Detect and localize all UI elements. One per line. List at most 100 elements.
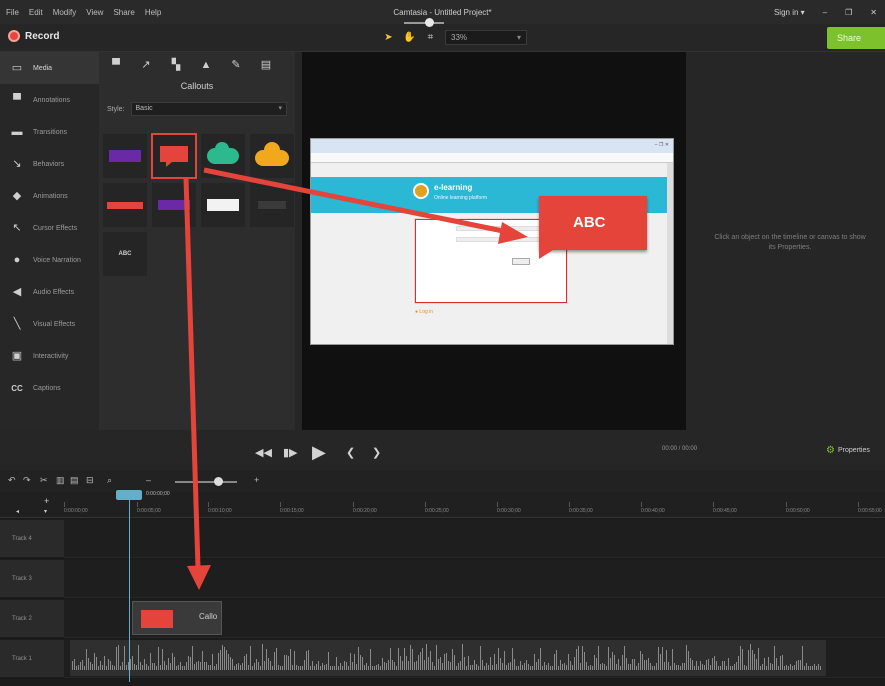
zoom-icon[interactable]: ⌕: [107, 475, 112, 486]
shape-tab-icon[interactable]: ▚: [169, 59, 183, 71]
arrow-tab-icon[interactable]: ↗: [139, 59, 153, 71]
sidebar-item-transitions[interactable]: ▬ Transitions: [0, 116, 99, 148]
sketch-tab-icon[interactable]: ✎: [229, 59, 243, 71]
callout-red-arrow-box[interactable]: [103, 183, 147, 227]
playback-scrubber-track[interactable]: [404, 22, 444, 24]
menu-file[interactable]: File: [6, 8, 19, 17]
sidebar-item-label: Annotations: [33, 96, 70, 104]
playhead-handle[interactable]: [116, 490, 142, 500]
copy-icon[interactable]: ▥: [56, 475, 65, 486]
waveform-bar: [178, 665, 179, 670]
menu-edit[interactable]: Edit: [29, 8, 43, 17]
waveform-bar: [156, 666, 157, 670]
waveform-bar: [716, 661, 717, 670]
ruler-tick: 0:00:15;00: [280, 502, 304, 514]
sidebar-item-interactivity[interactable]: ▣ Interactivity: [0, 340, 99, 372]
callout-dark-box[interactable]: [250, 183, 294, 227]
waveform-bar: [548, 663, 549, 670]
track-label[interactable]: Track 3: [0, 560, 64, 598]
callout-purple-arrow-box[interactable]: [152, 183, 196, 227]
track-label[interactable]: Track 1: [0, 640, 64, 678]
waveform-bar: [180, 662, 181, 670]
waveform-bar: [124, 646, 125, 670]
playhead-line[interactable]: [129, 500, 130, 682]
menu-share[interactable]: Share: [113, 8, 134, 17]
waveform-bar: [176, 666, 177, 670]
ruler-tick: 0:00:00;00: [64, 502, 88, 514]
timeline-zoom-track[interactable]: [175, 481, 237, 483]
waveform-bar: [658, 647, 659, 670]
waveform-bar: [154, 663, 155, 670]
sidebar-item-animations[interactable]: ◆ Animations: [0, 180, 99, 212]
canvas-callout-abc[interactable]: ABC: [539, 196, 647, 259]
crop-icon[interactable]: ⌗: [424, 31, 437, 44]
next-marker-icon[interactable]: ❯: [372, 446, 381, 459]
sidebar-item-captions[interactable]: CC Captions: [0, 372, 99, 404]
callout-tab-icon[interactable]: ▀: [109, 59, 123, 71]
timeline-zoom-handle[interactable]: [214, 477, 223, 486]
callout-yellow-cloud[interactable]: [250, 134, 294, 178]
share-button[interactable]: Share: [827, 27, 885, 49]
waveform-bar: [664, 662, 665, 670]
cut-icon[interactable]: ✂: [40, 475, 48, 486]
callout-white-box[interactable]: [201, 183, 245, 227]
sidebar-item-annotations[interactable]: ▀ Annotations: [0, 84, 99, 116]
maximize-icon[interactable]: ❐: [845, 8, 852, 17]
rewind-icon[interactable]: ◀◀: [255, 446, 272, 459]
zoom-out-icon[interactable]: –: [146, 475, 151, 485]
undo-icon[interactable]: ↶: [8, 475, 16, 486]
properties-button[interactable]: ⚙ Properties: [826, 445, 870, 456]
menu-help[interactable]: Help: [145, 8, 161, 17]
waveform-bar: [514, 659, 515, 670]
waveform-bar: [746, 666, 747, 670]
sidebar-item-behaviors[interactable]: ↘ Behaviors: [0, 148, 99, 180]
step-back-icon[interactable]: ▮▶: [283, 446, 298, 459]
close-icon[interactable]: ✕: [870, 8, 877, 17]
minimize-icon[interactable]: –: [823, 8, 827, 17]
zoom-in-icon[interactable]: +: [254, 475, 259, 485]
track-label[interactable]: Track 2: [0, 600, 64, 638]
waveform-bar: [522, 665, 523, 670]
waveform-bar: [152, 663, 153, 670]
playback-scrubber-handle[interactable]: [425, 18, 434, 27]
track-lane[interactable]: [64, 520, 885, 558]
sidebar-item-voice-narration[interactable]: ● Voice Narration: [0, 244, 99, 276]
play-icon[interactable]: ▶: [312, 442, 326, 463]
waveform-bar: [738, 656, 739, 670]
track-lane[interactable]: [64, 560, 885, 598]
keystroke-tab-icon[interactable]: ▤: [259, 59, 273, 71]
previous-marker-icon[interactable]: ❮: [346, 446, 355, 459]
pan-hand-icon[interactable]: ✋: [403, 31, 416, 44]
zoom-select[interactable]: 33% ▾: [445, 30, 527, 45]
blur-tab-icon[interactable]: ▲: [199, 59, 213, 71]
collapse-down-icon[interactable]: ▾: [44, 508, 47, 515]
paste-icon[interactable]: ▤: [70, 475, 79, 486]
callout-green-cloud[interactable]: [201, 134, 245, 178]
pointer-icon[interactable]: ➤: [382, 31, 395, 44]
callout-purple-box[interactable]: [103, 134, 147, 178]
add-track-icon[interactable]: +: [44, 496, 49, 506]
sidebar-item-media[interactable]: ▭ Media: [0, 52, 99, 84]
waveform-bar: [594, 655, 595, 670]
collapse-left-icon[interactable]: ◂: [16, 508, 19, 515]
waveform-bar: [816, 666, 817, 670]
sidebar-item-cursor-effects[interactable]: ↖ Cursor Effects: [0, 212, 99, 244]
style-select[interactable]: Basic ▾: [130, 102, 287, 116]
split-icon[interactable]: ⊟: [86, 475, 94, 486]
waveform-bar: [506, 665, 507, 670]
record-button[interactable]: Record: [8, 30, 59, 42]
track-label[interactable]: Track 4: [0, 520, 64, 558]
timeline-audio-clip[interactable]: [70, 640, 826, 676]
waveform-bar: [688, 651, 689, 670]
timeline-callout-clip[interactable]: Callo: [132, 601, 222, 635]
callout-clip-thumbnail: [141, 610, 173, 628]
redo-icon[interactable]: ↷: [23, 475, 31, 486]
sidebar-item-audio-effects[interactable]: ◀ Audio Effects: [0, 276, 99, 308]
sidebar-item-label: Captions: [33, 384, 61, 392]
menu-view[interactable]: View: [86, 8, 103, 17]
callout-text-abc[interactable]: ABC: [103, 232, 147, 276]
sign-in-link[interactable]: Sign in ▾: [774, 8, 805, 17]
callout-red-speech-bubble[interactable]: [151, 133, 197, 179]
menu-modify[interactable]: Modify: [53, 8, 77, 17]
sidebar-item-visual-effects[interactable]: ╲ Visual Effects: [0, 308, 99, 340]
